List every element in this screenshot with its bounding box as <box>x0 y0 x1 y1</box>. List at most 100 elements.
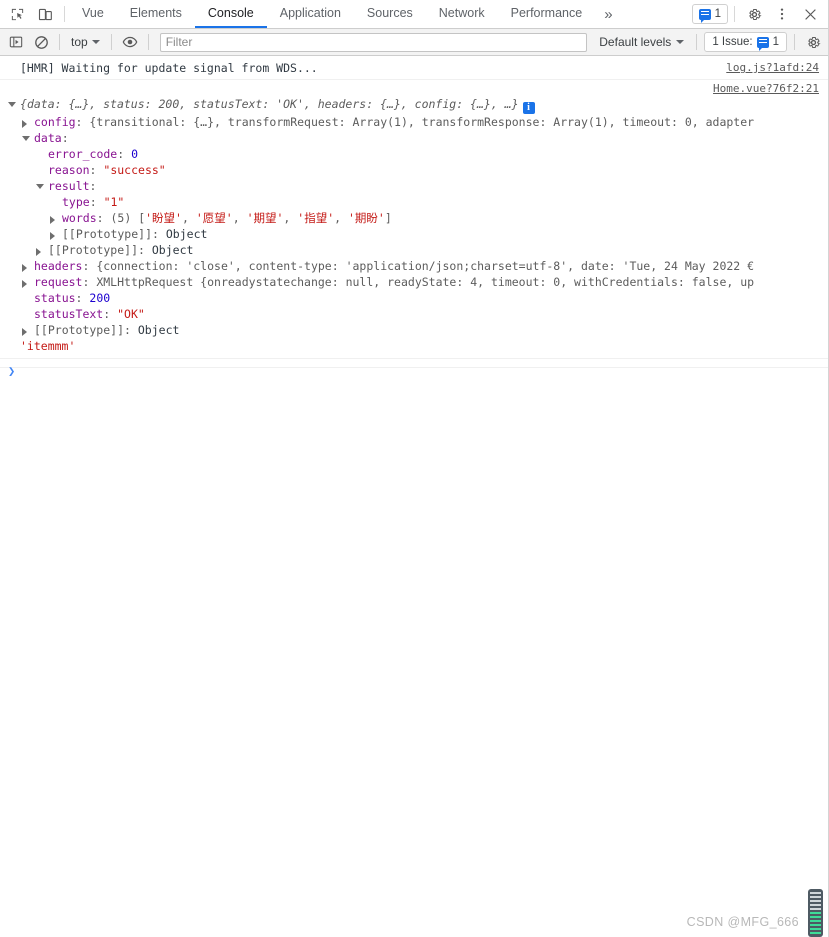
console-toolbar: top Default levels 1 Issue: 1 <box>0 29 829 56</box>
tab-application[interactable]: Application <box>267 0 354 28</box>
console-message-string[interactable]: 'itemmm' <box>0 338 829 356</box>
property-key: headers <box>34 259 83 273</box>
object-row-status[interactable]: status: 200 <box>0 290 829 306</box>
object-row-data[interactable]: data: <box>0 130 829 146</box>
kebab-menu-icon[interactable] <box>769 1 795 27</box>
property-sep: : <box>82 259 97 273</box>
property-sep: : <box>117 147 132 161</box>
property-value: Object <box>151 243 194 257</box>
object-preview-row[interactable]: Home.vue?76f2:21 {data: {…}, status: 200… <box>0 82 829 114</box>
disclosure-triangle-closed[interactable] <box>22 280 27 288</box>
array-item-2: '期望' <box>246 211 284 225</box>
tab-vue[interactable]: Vue <box>69 0 117 28</box>
tab-network[interactable]: Network <box>426 0 498 28</box>
more-tabs-icon[interactable]: » <box>595 0 621 28</box>
disclosure-triangle-closed[interactable] <box>22 328 27 336</box>
property-value: {connection: 'close', content-type: 'app… <box>96 259 755 273</box>
console-message-object[interactable]: Home.vue?76f2:21 {data: {…}, status: 200… <box>0 80 829 359</box>
object-row-prototype-inner[interactable]: [[Prototype]]: Object <box>0 226 829 242</box>
object-row-reason[interactable]: reason: "success" <box>0 162 829 178</box>
tab-bar-left-icons <box>0 0 60 28</box>
device-toolbar-icon[interactable] <box>34 3 56 25</box>
property-key: status <box>34 291 76 305</box>
prompt-caret-icon: ❯ <box>8 364 16 378</box>
issues-count: 1 <box>714 8 721 20</box>
tab-label: Sources <box>366 6 413 20</box>
console-settings-gear-icon[interactable] <box>802 32 824 52</box>
object-row-headers[interactable]: headers: {connection: 'close', content-t… <box>0 258 829 274</box>
close-icon[interactable] <box>797 1 823 27</box>
tab-label: Performance <box>510 6 583 20</box>
source-link[interactable]: Home.vue?76f2:21 <box>713 81 819 97</box>
property-sep: : <box>96 211 111 225</box>
property-sep: : <box>61 131 69 145</box>
issues-badge[interactable]: 1 <box>691 4 728 24</box>
property-sep: : <box>75 115 90 129</box>
tab-label: Elements <box>129 6 182 20</box>
object-row-request[interactable]: request: XMLHttpRequest {onreadystatecha… <box>0 274 829 290</box>
array-item-0: '盼望' <box>145 211 182 225</box>
object-row-prototype-root[interactable]: [[Prototype]]: Object <box>0 322 829 338</box>
devtools-tabs: Vue Elements Console Application Sources… <box>69 0 692 28</box>
array-item-4: '期盼' <box>348 211 385 225</box>
more-tabs-label: » <box>604 5 613 23</box>
object-row-type[interactable]: type: "1" <box>0 194 829 210</box>
disclosure-triangle-open[interactable] <box>22 136 30 141</box>
object-row-status-text[interactable]: statusText: "OK" <box>0 306 829 322</box>
property-value: Object <box>137 323 180 337</box>
info-badge-icon[interactable]: i <box>522 102 535 114</box>
tab-performance[interactable]: Performance <box>498 0 596 28</box>
object-row-config[interactable]: config: {transitional: {…}, transformReq… <box>0 114 829 130</box>
source-link[interactable]: log.js?1afd:24 <box>726 60 819 76</box>
console-message-text: [HMR] Waiting for update signal from WDS… <box>20 61 318 75</box>
tab-label: Vue <box>82 6 104 20</box>
property-key: data <box>34 131 62 145</box>
property-value: 200 <box>89 291 111 305</box>
tab-console[interactable]: Console <box>194 0 267 28</box>
issue-bubble-icon <box>756 36 769 51</box>
object-row-result[interactable]: result: <box>0 178 829 194</box>
issues-counter-label: 1 Issue: <box>712 36 753 48</box>
array-item-3: '指望' <box>297 211 335 225</box>
console-prompt[interactable]: ❯ <box>0 359 829 378</box>
settings-gear-icon[interactable] <box>741 1 767 27</box>
property-sep: : <box>89 163 104 177</box>
disclosure-triangle-closed[interactable] <box>22 120 27 128</box>
issue-bubble-icon <box>698 8 711 23</box>
property-sep: : <box>75 291 90 305</box>
log-levels-select[interactable]: Default levels <box>594 35 689 49</box>
disclosure-triangle-open[interactable] <box>36 184 44 189</box>
string-value: 'itemmm' <box>20 339 76 353</box>
inspect-element-icon[interactable] <box>6 3 28 25</box>
disclosure-triangle-closed[interactable] <box>50 232 55 240</box>
disclosure-triangle-closed[interactable] <box>36 248 41 256</box>
disclosure-triangle-closed[interactable] <box>22 264 27 272</box>
property-value: "OK" <box>117 307 145 321</box>
console-message-list[interactable]: [HMR] Waiting for update signal from WDS… <box>0 57 829 937</box>
object-row-words[interactable]: words: (5) ['盼望', '愿望', '期望', '指望', '期盼'… <box>0 210 829 226</box>
property-key: [[Prototype]] <box>48 243 139 257</box>
execution-context-select[interactable]: top <box>67 32 104 52</box>
property-key: error_code <box>48 147 118 161</box>
tab-label: Network <box>438 6 485 20</box>
console-message-hmr[interactable]: [HMR] Waiting for update signal from WDS… <box>0 57 829 80</box>
tab-elements[interactable]: Elements <box>117 0 195 28</box>
tab-sources[interactable]: Sources <box>354 0 426 28</box>
disclosure-triangle-open[interactable] <box>8 102 16 107</box>
console-sidebar-toggle-icon[interactable] <box>5 32 27 52</box>
property-key: [[Prototype]] <box>34 323 125 337</box>
clear-console-icon[interactable] <box>30 32 52 52</box>
property-sep: : <box>103 307 118 321</box>
issues-counter-button[interactable]: 1 Issue: 1 <box>704 32 787 52</box>
issues-counter-count: 1 <box>772 36 779 48</box>
object-row-error-code[interactable]: error_code: 0 <box>0 146 829 162</box>
toolbar-divider-3 <box>147 34 149 50</box>
live-expression-eye-icon[interactable] <box>119 32 141 52</box>
filter-input[interactable] <box>159 32 588 52</box>
property-key: statusText <box>34 307 104 321</box>
property-sep: : <box>89 195 104 209</box>
object-row-prototype-data[interactable]: [[Prototype]]: Object <box>0 242 829 258</box>
disclosure-triangle-closed[interactable] <box>50 216 55 224</box>
property-value: "success" <box>103 163 166 177</box>
property-value: 0 <box>131 147 139 161</box>
